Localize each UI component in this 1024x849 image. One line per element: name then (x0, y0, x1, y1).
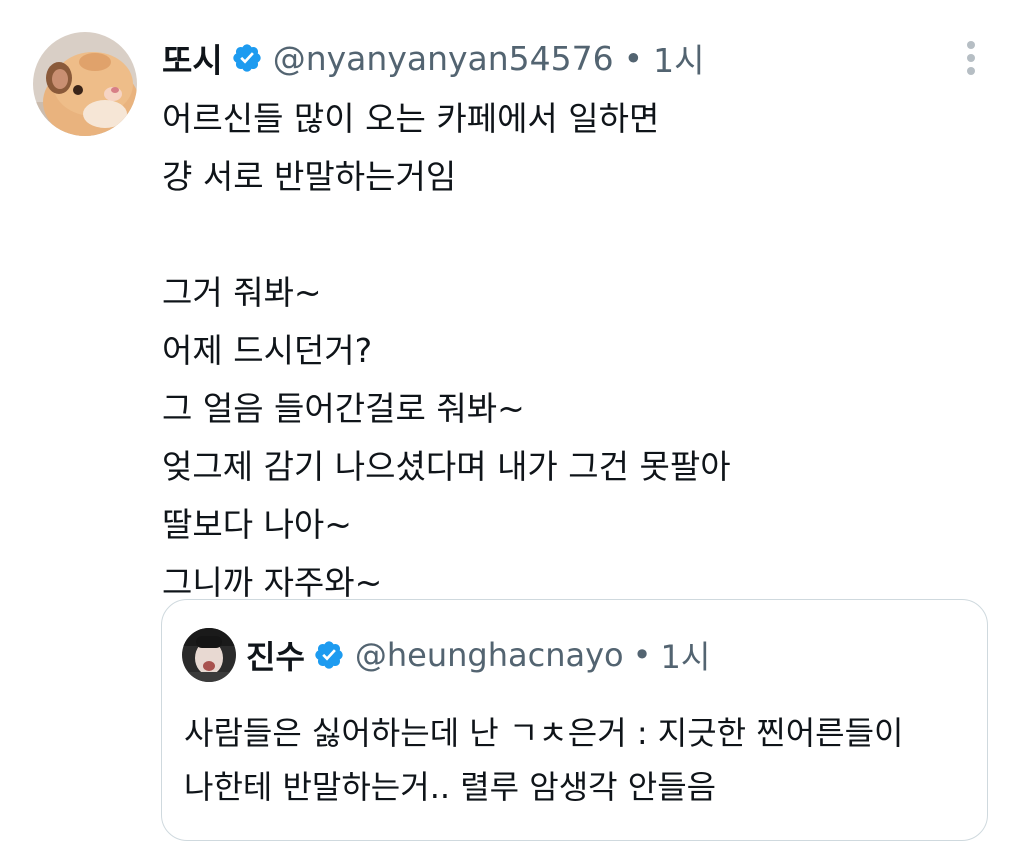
quote-timestamp: 1시 (660, 638, 711, 676)
tweet-line: 그 얼음 들어간걸로 줘봐~ (162, 389, 525, 428)
quote-author-avatar[interactable] (182, 628, 236, 682)
tweet-line: 엊그제 감기 나으셨다며 내가 그건 못팔아 (162, 447, 731, 486)
person-avatar-image (182, 628, 236, 682)
quote-body: 사람들은 싫어하는데 난 ㄱㅊ은거 : 지긋한 찐어른들이 나한테 반말하는거.… (184, 706, 974, 814)
quote-author-handle: @heunghacnayo (354, 636, 624, 674)
more-options-icon[interactable] (953, 38, 989, 78)
quote-line: 사람들은 싫어하는데 난 ㄱㅊ은거 : 지긋한 찐어른들이 (184, 714, 904, 752)
tweet-line: 그거 줘봐~ (162, 273, 322, 312)
author-handle[interactable]: @nyanyanyan54576 (273, 39, 614, 78)
tweet-line: 어제 드시던거? (162, 331, 373, 370)
quote-author-display-name: 진수 (246, 638, 305, 676)
quote-header: 진수 @heunghacnayo • 1시 (246, 632, 710, 678)
author-avatar[interactable] (33, 32, 137, 136)
separator-dot: • (632, 636, 652, 674)
separator-dot: • (623, 38, 644, 78)
tweet-line: 어르신들 많이 오는 카페에서 일하면 (162, 99, 660, 138)
verified-badge-icon (231, 42, 263, 74)
verified-badge-icon (313, 639, 345, 671)
hamster-avatar-image (33, 32, 137, 136)
tweet-timestamp[interactable]: 1시 (653, 34, 704, 82)
tweet-body: 어르신들 많이 오는 카페에서 일하면 걍 서로 반말하는거임 그거 줘봐~ 어… (162, 90, 992, 612)
author-display-name[interactable]: 또시 (162, 34, 223, 82)
quote-line: 나한테 반말하는거.. 렬루 암생각 안들음 (184, 768, 717, 806)
quoted-tweet[interactable]: 진수 @heunghacnayo • 1시 사람들은 싫어하는데 난 ㄱㅊ은거 … (161, 599, 988, 841)
tweet-header: 또시 @nyanyanyan54576 • 1시 (162, 34, 704, 82)
tweet-line: 딸보다 나아~ (162, 505, 352, 544)
tweet[interactable]: 또시 @nyanyanyan54576 • 1시 어르신들 많이 오는 카페에서… (0, 0, 1024, 849)
tweet-line: 걍 서로 반말하는거임 (162, 157, 457, 196)
